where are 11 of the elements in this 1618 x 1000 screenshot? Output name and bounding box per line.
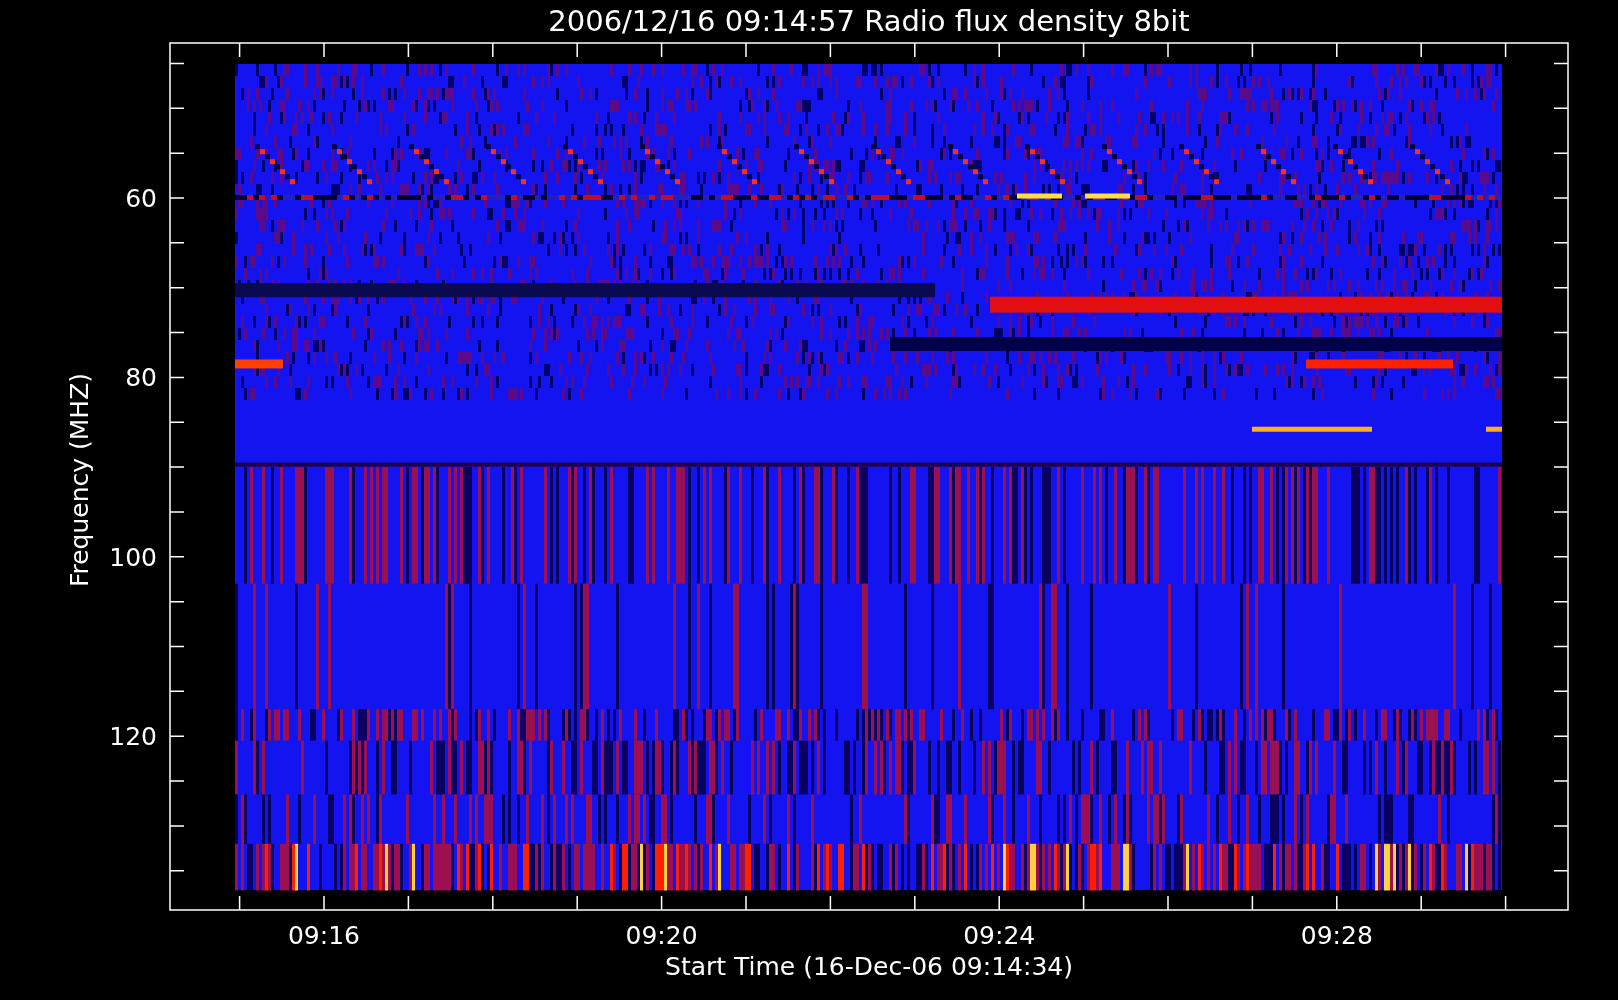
x-tick-label: 09:16 — [288, 921, 360, 950]
y-axis-label: Frequency (MHZ) — [65, 372, 94, 588]
x-tick-label: 09:24 — [963, 921, 1036, 950]
y-tick-label: 80 — [125, 363, 157, 393]
x-axis-label: Start Time (16-Dec-06 09:14:34) — [665, 952, 1073, 981]
y-tick-label: 60 — [125, 184, 157, 213]
plot-title: 2006/12/16 09:14:57 Radio flux density 8bit — [548, 4, 1190, 38]
y-tick-label: 100 — [109, 542, 157, 572]
x-tick-label: 09:20 — [625, 921, 698, 950]
x-tick-label: 09:28 — [1300, 921, 1373, 950]
y-tick-label: 120 — [109, 722, 157, 752]
